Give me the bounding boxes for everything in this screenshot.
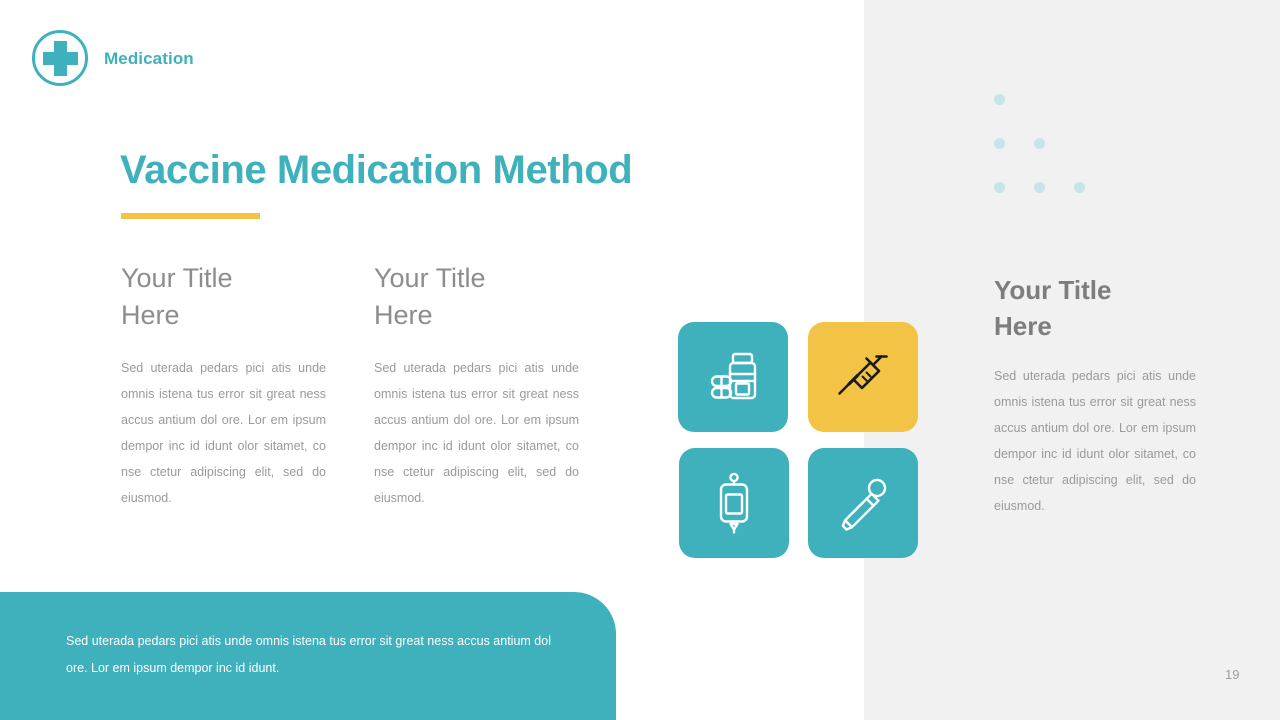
tile-iv-bag[interactable] — [679, 448, 789, 558]
title-underline-rule — [121, 213, 260, 219]
banner-text: Sed uterada pedars pici atis unde omnis … — [66, 634, 551, 675]
decorative-dot — [1074, 182, 1085, 193]
page-title: Vaccine Medication Method — [120, 148, 633, 192]
sidebar-body: Sed uterada pedars pici atis unde omnis … — [994, 368, 1196, 513]
medical-cross-circle-icon — [30, 28, 92, 90]
slide-header: Medication — [30, 28, 194, 90]
sidebar-title: Your Title Here — [994, 275, 1112, 341]
slide-canvas: Medication Vaccine Medication Method You… — [0, 0, 1280, 720]
tile-pill-bottle[interactable] — [678, 322, 788, 432]
column-2-body: Sed uterada pedars pici atis unde omnis … — [374, 360, 579, 505]
tile-syringe[interactable] — [808, 322, 918, 432]
decorative-dot — [1034, 138, 1045, 149]
content-column-2: Your Title Here Sed uterada pedars pici … — [374, 260, 579, 511]
syringe-icon — [838, 355, 888, 395]
column-1-title: Your Title Here — [121, 263, 233, 331]
decorative-dot — [994, 138, 1005, 149]
decorative-dot — [994, 182, 1005, 193]
iv-bag-icon — [719, 472, 749, 534]
decorative-dot — [994, 94, 1005, 105]
logo-cross-horizontal — [43, 52, 78, 65]
bottom-banner: Sed uterada pedars pici atis unde omnis … — [0, 592, 616, 720]
column-1-body: Sed uterada pedars pici atis unde omnis … — [121, 360, 326, 505]
brand-name: Medication — [104, 49, 194, 68]
pill-bottle-icon — [710, 352, 757, 400]
page-number: 19 — [1225, 667, 1240, 682]
column-2-title: Your Title Here — [374, 263, 486, 331]
dropper-icon — [841, 478, 887, 531]
sidebar-content: Your Title Here Sed uterada pedars pici … — [994, 273, 1196, 519]
content-column-1: Your Title Here Sed uterada pedars pici … — [121, 260, 326, 511]
tile-dropper[interactable] — [808, 448, 918, 558]
decorative-dot — [1034, 182, 1045, 193]
